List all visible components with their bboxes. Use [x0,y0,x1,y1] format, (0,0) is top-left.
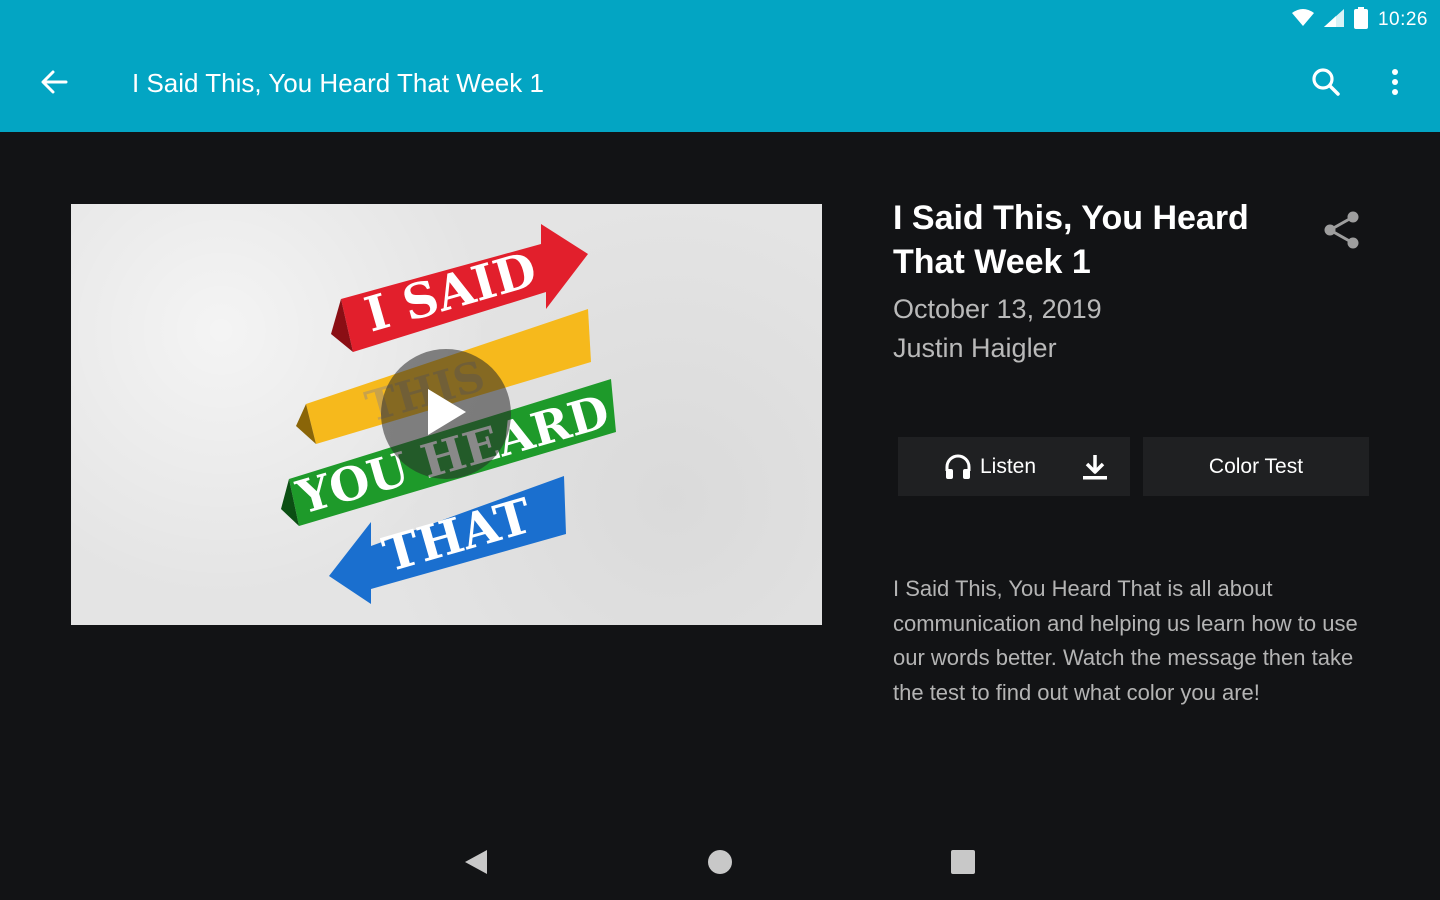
message-speaker: Justin Haigler [893,333,1057,363]
status-bar: 10:26 [1291,6,1428,34]
message-description: I Said This, You Heard That is all about… [893,576,1358,705]
overflow-menu-button[interactable] [1371,60,1419,108]
search-icon [1311,67,1341,102]
signal-icon [1323,8,1344,32]
toolbar-title: I Said This, You Heard That Week 1 [132,68,544,98]
color-test-label: Color Test [1208,454,1304,478]
headphones-icon [944,453,972,481]
video-player[interactable]: I SAID THIS YOU HEARD THAT [71,204,822,625]
artwork-line-1: I SAID [359,241,543,343]
battery-icon [1353,6,1368,34]
nav-home-circle-icon [707,849,733,880]
artwork-line-4: THAT [377,488,538,584]
nav-back-triangle-icon [463,848,489,881]
share-button[interactable] [1318,208,1366,256]
listen-button[interactable]: Listen [898,437,1130,496]
nav-back-button[interactable] [452,840,500,888]
search-button[interactable] [1302,60,1350,108]
listen-label: Listen [980,454,1037,478]
arrow-left-icon [40,70,68,99]
play-button[interactable] [381,349,511,479]
download-icon[interactable] [1080,453,1110,481]
message-title: I Said This, You Heard That Week 1 [893,199,1249,281]
play-icon [424,387,468,442]
more-vertical-icon [1391,68,1399,101]
message-date: October 13, 2019 [893,294,1102,324]
status-time: 10:26 [1377,9,1428,30]
nav-recents-button[interactable] [939,840,987,888]
nav-recents-square-icon [950,849,976,880]
share-icon [1323,210,1361,255]
app-bar: 10:26 I Said This, You Heard That Week 1 [0,0,1440,132]
back-button[interactable] [30,60,78,108]
nav-home-button[interactable] [696,840,744,888]
color-test-button[interactable]: Color Test [1143,437,1369,496]
wifi-icon [1291,8,1314,32]
